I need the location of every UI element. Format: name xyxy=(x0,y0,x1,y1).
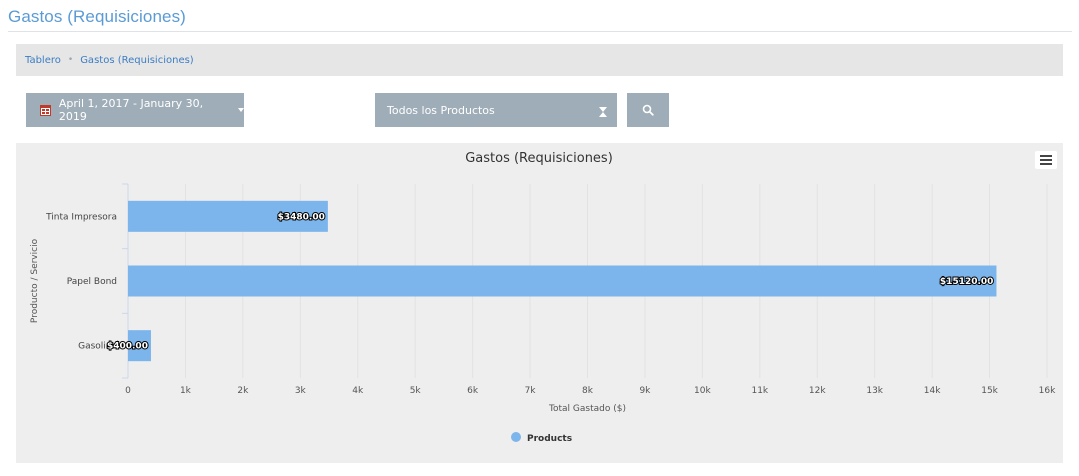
search-button[interactable] xyxy=(627,93,669,127)
product-filter-select[interactable]: Todos los Productos xyxy=(375,93,617,127)
breadcrumb-item-tablero[interactable]: Tablero xyxy=(25,55,61,66)
breadcrumb: Tablero • Gastos (Requisiciones) xyxy=(16,44,1063,76)
x-tick-label: 11k xyxy=(751,386,768,396)
x-tick-label: 5k xyxy=(410,386,422,396)
caret-down-icon xyxy=(238,108,244,112)
x-tick-label: 10k xyxy=(694,386,711,396)
y-axis-title: Producto / Servicio xyxy=(30,238,40,323)
bar xyxy=(128,265,997,297)
bar-data-label: $3480.00 xyxy=(278,212,325,222)
breadcrumb-separator: • xyxy=(67,55,74,65)
x-axis-title: Total Gastado ($) xyxy=(548,404,626,414)
bar-data-label: $400.00 xyxy=(107,342,148,352)
legend-item-products: Products xyxy=(527,434,572,444)
date-range-button[interactable]: April 1, 2017 - January 30, 2019 xyxy=(26,93,244,127)
x-tick-label: 14k xyxy=(924,386,941,396)
hamburger-menu-icon xyxy=(1040,155,1052,157)
x-tick-label: 0 xyxy=(125,386,131,396)
bar-data-label: $15120.00 xyxy=(940,277,994,287)
chart-menu-button[interactable] xyxy=(1035,151,1057,169)
chart-panel: Gastos (Requisiciones) 0 1k 2k 3k 4k 5k 6k 7k 8k 9… xyxy=(16,143,1063,463)
x-tick-label: 7k xyxy=(525,386,537,396)
x-tick-label: 13k xyxy=(866,386,883,396)
x-tick-label: 12k xyxy=(809,386,826,396)
legend-marker xyxy=(511,432,521,442)
page-title: Gastos (Requisiciones) xyxy=(8,7,186,26)
breadcrumb-item-current[interactable]: Gastos (Requisiciones) xyxy=(80,55,194,66)
chart-title: Gastos (Requisiciones) xyxy=(465,151,613,166)
select-arrows-icon xyxy=(599,107,607,117)
x-tick-label: 8k xyxy=(582,386,594,396)
bar-chart: Gastos (Requisiciones) 0 1k 2k 3k 4k 5k 6k 7k 8k 9… xyxy=(30,151,1056,444)
x-tick-label: 4k xyxy=(352,386,364,396)
x-tick-label: 1k xyxy=(180,386,192,396)
x-tick-label: 15k xyxy=(981,386,998,396)
y-category-label: Tinta Impresora xyxy=(45,212,117,222)
title-divider xyxy=(8,31,1072,32)
x-tick-label: 2k xyxy=(237,386,249,396)
product-filter-value: Todos los Productos xyxy=(387,103,495,117)
x-tick-label: 9k xyxy=(639,386,651,396)
date-range-label: April 1, 2017 - January 30, 2019 xyxy=(58,97,204,123)
y-category-label: Papel Bond xyxy=(67,277,117,287)
search-icon xyxy=(642,104,654,116)
x-tick-label: 16k xyxy=(1039,386,1056,396)
calendar-icon xyxy=(40,104,51,116)
x-tick-label: 3k xyxy=(295,386,307,396)
x-tick-label: 6k xyxy=(467,386,479,396)
